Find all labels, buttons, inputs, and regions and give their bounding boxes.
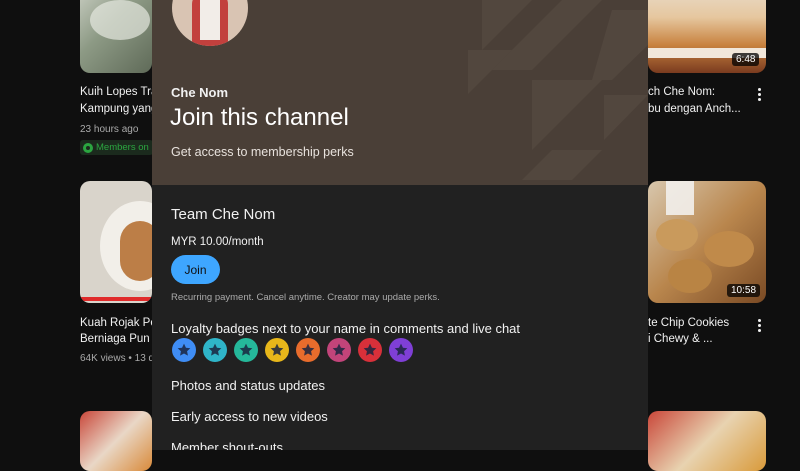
loyalty-star-badge-icon [296, 338, 320, 362]
video-title-line[interactable]: ch Che Nom: [648, 84, 748, 101]
video-thumbnail-bottom-right[interactable] [648, 411, 766, 471]
perk-early-access: Early access to new videos [171, 409, 328, 424]
video-thumbnail-kuah-rojak[interactable] [80, 181, 152, 303]
video-meta: 23 hours ago [80, 124, 139, 135]
loyalty-star-badge-icon [203, 338, 227, 362]
loyalty-star-badge-icon [389, 338, 413, 362]
membership-tier-name: Team Che Nom [171, 206, 276, 223]
perk-loyalty-badges: Loyalty badges next to your name in comm… [171, 321, 521, 336]
video-thumbnail-kuih-lopes[interactable] [80, 0, 152, 73]
recurring-payment-note: Recurring payment. Cancel anytime. Creat… [171, 292, 440, 303]
dialog-subtitle: Get access to membership perks [171, 145, 354, 159]
video-title-line[interactable]: Kampung yang [80, 101, 152, 118]
join-button[interactable]: Join [171, 255, 220, 284]
members-badge-label: Members on [96, 142, 149, 153]
video-title-line[interactable]: i Chewy & ... [648, 331, 748, 348]
more-options-icon[interactable] [752, 317, 766, 333]
video-duration: 10:58 [727, 284, 761, 297]
loyalty-star-badge-icon [234, 338, 258, 362]
video-meta: 64K views • 13 d [80, 353, 152, 364]
video-title-line[interactable]: Berniaga Pun [80, 331, 152, 348]
loyalty-star-badge-icon [327, 338, 351, 362]
video-duration: 6:48 [732, 53, 760, 66]
more-options-icon[interactable] [752, 86, 766, 102]
join-channel-dialog: Che Nom Join this channel Get access to … [152, 0, 648, 450]
members-icon [83, 142, 93, 153]
video-title-line[interactable]: Kuih Lopes Tra [80, 84, 152, 101]
dialog-header: Che Nom Join this channel Get access to … [152, 0, 648, 185]
loyalty-badges-row [172, 338, 413, 362]
perk-photos-status: Photos and status updates [171, 378, 325, 393]
dialog-title: Join this channel [170, 104, 349, 131]
loyalty-star-badge-icon [358, 338, 382, 362]
members-only-badge: Members on [80, 140, 153, 155]
video-thumbnail-bottom-left[interactable] [80, 411, 152, 471]
loyalty-star-badge-icon [172, 338, 196, 362]
video-title-line[interactable]: Kuah Rojak Pe [80, 315, 152, 332]
loyalty-star-badge-icon [265, 338, 289, 362]
perk-member-shoutouts: Member shout-outs [171, 440, 283, 450]
video-title-line[interactable]: te Chip Cookies [648, 315, 748, 332]
channel-name: Che Nom [171, 85, 229, 100]
membership-price: MYR 10.00/month [171, 236, 264, 248]
video-title-line[interactable]: bu dengan Anch... [648, 101, 748, 118]
